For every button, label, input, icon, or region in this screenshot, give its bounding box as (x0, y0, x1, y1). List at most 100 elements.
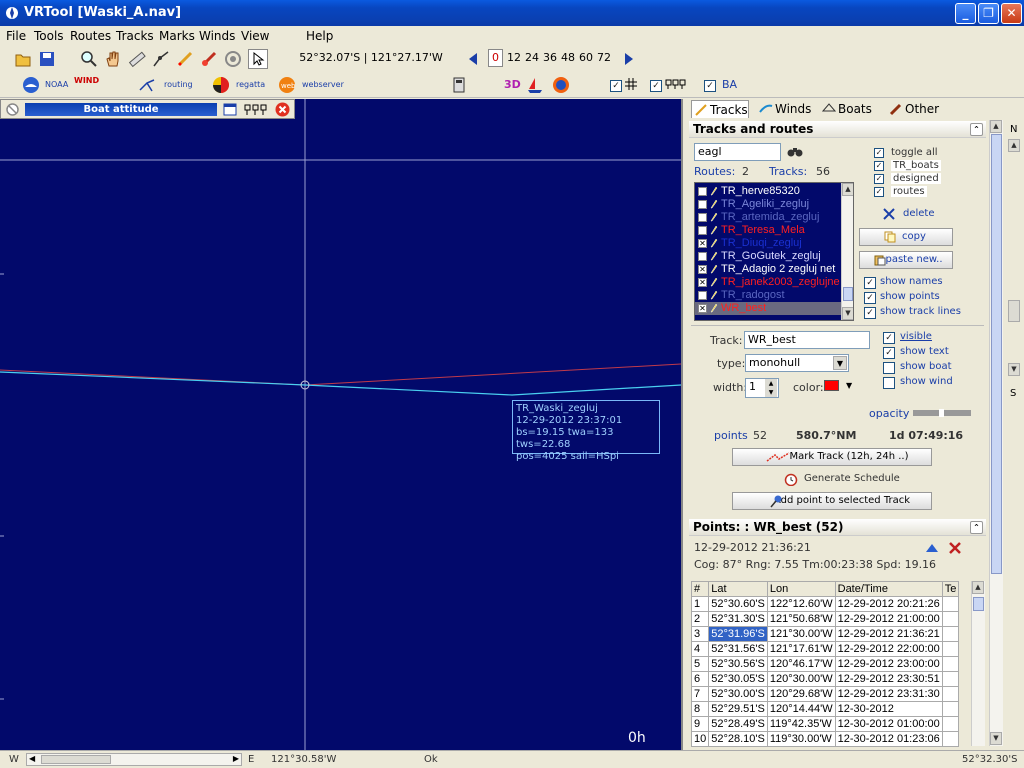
pan-down-icon[interactable]: ▼ (1008, 363, 1020, 376)
table-row[interactable]: 9 52°28.49'S 119°42.35'W 12-30-2012 01:00:0… (690, 716, 960, 732)
toggle-all-checkbox[interactable]: ✓ (874, 148, 884, 158)
track-list-item[interactable]: TR_radogost (695, 289, 841, 302)
panel-scrollbar[interactable]: ▲ ▼ (989, 120, 1003, 746)
table-row[interactable]: 10 52°28.10'S 119°30.00'W 12-30-2012 01:23:… (690, 731, 960, 747)
webserver-label[interactable]: webserver (302, 80, 344, 89)
show-boat-checkbox[interactable] (883, 362, 895, 374)
remove-point-icon[interactable] (948, 541, 962, 555)
binoculars-icon[interactable] (787, 144, 803, 158)
no-icon[interactable] (6, 103, 19, 116)
ba-checkbox[interactable]: ✓ (704, 80, 716, 92)
table-row[interactable]: 7 52°30.00'S 120°29.68'W 12-29-2012 23:31:3… (690, 686, 960, 702)
pan-hand-icon[interactable] (104, 50, 122, 68)
scroll-thumb[interactable] (843, 287, 853, 301)
track-list-item[interactable]: ✕ WR_best (695, 302, 841, 315)
menu-marks[interactable]: Marks (159, 29, 195, 43)
move-up-icon[interactable] (925, 543, 939, 553)
table-row[interactable]: 4 52°31.56'S 121°17.61'W 12-29-2012 22:00:0… (690, 641, 960, 657)
map-canvas[interactable]: TR_Waski_zegluj 12-29-2012 23:37:01 bs=1… (0, 99, 681, 750)
wind-label[interactable]: WIND (74, 76, 99, 85)
open-folder-icon[interactable] (14, 50, 32, 68)
track-checkbox[interactable] (698, 187, 707, 196)
menu-view[interactable]: View (241, 29, 269, 43)
table-scroll-thumb[interactable] (973, 597, 984, 611)
menu-tools[interactable]: Tools (34, 29, 64, 43)
noaa-icon[interactable] (22, 76, 40, 94)
track-checkbox[interactable] (698, 226, 707, 235)
track-checkbox[interactable]: ✕ (698, 304, 707, 313)
track-list-item[interactable]: TR_Ageliki_zegluj (695, 198, 841, 211)
collapse-points-icon[interactable]: ⌃ (970, 521, 983, 534)
noaa-label[interactable]: NOAA (45, 80, 68, 89)
table-row[interactable]: 5 52°30.56'S 120°46.17'W 12-29-2012 23:00:0… (690, 656, 960, 672)
opacity-slider[interactable] (913, 409, 971, 417)
width-stepper[interactable]: 1 ▲ ▼ (745, 378, 779, 398)
show-names-checkbox[interactable]: ✓ (864, 277, 876, 289)
type-select[interactable]: monohull ▼ (745, 354, 849, 372)
close-panel-icon[interactable] (275, 102, 290, 117)
table-row[interactable]: 6 52°30.05'S 120°30.00'W 12-29-2012 23:30:5… (690, 671, 960, 687)
brush-icon[interactable] (200, 50, 218, 68)
col-lat[interactable]: Lat (708, 581, 768, 597)
menu-help[interactable]: Help (306, 29, 333, 43)
table-scroll-up-icon[interactable]: ▲ (972, 581, 984, 594)
panel-scroll-down-icon[interactable]: ▼ (990, 732, 1002, 745)
save-icon[interactable] (38, 50, 56, 68)
visible-checkbox[interactable]: ✓ (883, 332, 895, 344)
track-filter-input[interactable]: eagl (694, 143, 781, 161)
target-icon[interactable] (224, 50, 242, 68)
show-track-lines-checkbox[interactable]: ✓ (864, 307, 876, 319)
track-checkbox[interactable]: ✕ (698, 265, 707, 274)
hour-24[interactable]: 24 (525, 51, 539, 64)
network-checkbox[interactable]: ✓ (650, 80, 662, 92)
pointer-tool-button[interactable] (248, 49, 268, 69)
mark-track-button[interactable]: Mark Track (12h, 24h ..) (732, 448, 932, 466)
maximize-button[interactable]: ❐ (978, 3, 999, 24)
show-points-checkbox[interactable]: ✓ (864, 292, 876, 304)
menu-tracks[interactable]: Tracks (116, 29, 154, 43)
minimize-button[interactable]: _ (955, 3, 976, 24)
ruler-icon[interactable] (128, 50, 146, 68)
track-checkbox[interactable] (698, 213, 707, 222)
zoom-icon[interactable] (80, 50, 98, 68)
panel-scroll-thumb[interactable] (991, 134, 1002, 574)
pan-thumb[interactable] (1008, 300, 1020, 322)
points-table-scrollbar[interactable]: ▲ (971, 581, 985, 746)
tr-boats-checkbox[interactable]: ✓ (874, 161, 884, 171)
add-point-button[interactable]: Add point to selected Track (732, 492, 932, 510)
points-table[interactable]: # Lat Lon Date/Time Te 1 52°30.60'S 122°12… (690, 581, 960, 747)
color-dropdown-icon[interactable]: ▼ (846, 381, 852, 390)
window-icon[interactable] (223, 103, 237, 116)
routing-label[interactable]: routing (164, 80, 193, 89)
hour-48[interactable]: 48 (561, 51, 575, 64)
menu-winds[interactable]: Winds (199, 29, 235, 43)
copy-button[interactable]: copy (859, 228, 953, 246)
table-row[interactable]: 8 52°29.51'S 120°14.44'W 12-30-2012 (690, 701, 960, 717)
scroll-down-icon[interactable]: ▼ (842, 307, 853, 320)
3d-button[interactable]: 3D (504, 78, 521, 91)
regatta-label[interactable]: regatta (236, 80, 265, 89)
hour-72[interactable]: 72 (597, 51, 611, 64)
show-text-checkbox[interactable]: ✓ (883, 347, 895, 359)
panel-scroll-up-icon[interactable]: ▲ (990, 120, 1002, 133)
calculator-icon[interactable] (450, 76, 468, 94)
table-row[interactable]: 3 52°31.96'S 121°30.00'W 12-29-2012 21:36:2… (690, 626, 960, 642)
track-color-swatch[interactable] (824, 380, 839, 391)
track-list-item[interactable]: ✕ TR_Diuqi_zegluj (695, 237, 841, 250)
dropdown-arrow-icon[interactable]: ▼ (833, 356, 847, 370)
col-datetime[interactable]: Date/Time (834, 581, 943, 597)
tab-other[interactable]: Other (887, 100, 945, 118)
table-row[interactable]: 1 52°30.60'S 122°12.60'W 12-29-2012 20:21:2… (690, 596, 960, 612)
track-checkbox[interactable] (698, 200, 707, 209)
paste-new-button[interactable]: paste new.. (859, 251, 953, 269)
prev-arrow-icon[interactable] (466, 51, 480, 67)
track-list-scrollbar[interactable]: ▲ ▼ (841, 183, 853, 320)
opacity-thumb[interactable] (939, 409, 944, 417)
track-list-item[interactable]: ✕ TR_Adagio 2 zegluj net (695, 263, 841, 276)
hour-0[interactable]: 0 (488, 49, 503, 67)
routes-checkbox[interactable]: ✓ (874, 187, 884, 197)
tab-winds[interactable]: Winds (757, 100, 817, 118)
track-list-item[interactable]: TR_Teresa_Mela (695, 224, 841, 237)
stepper-up-icon[interactable]: ▲ (765, 379, 777, 388)
hscroll-right-icon[interactable]: ▶ (233, 754, 239, 763)
